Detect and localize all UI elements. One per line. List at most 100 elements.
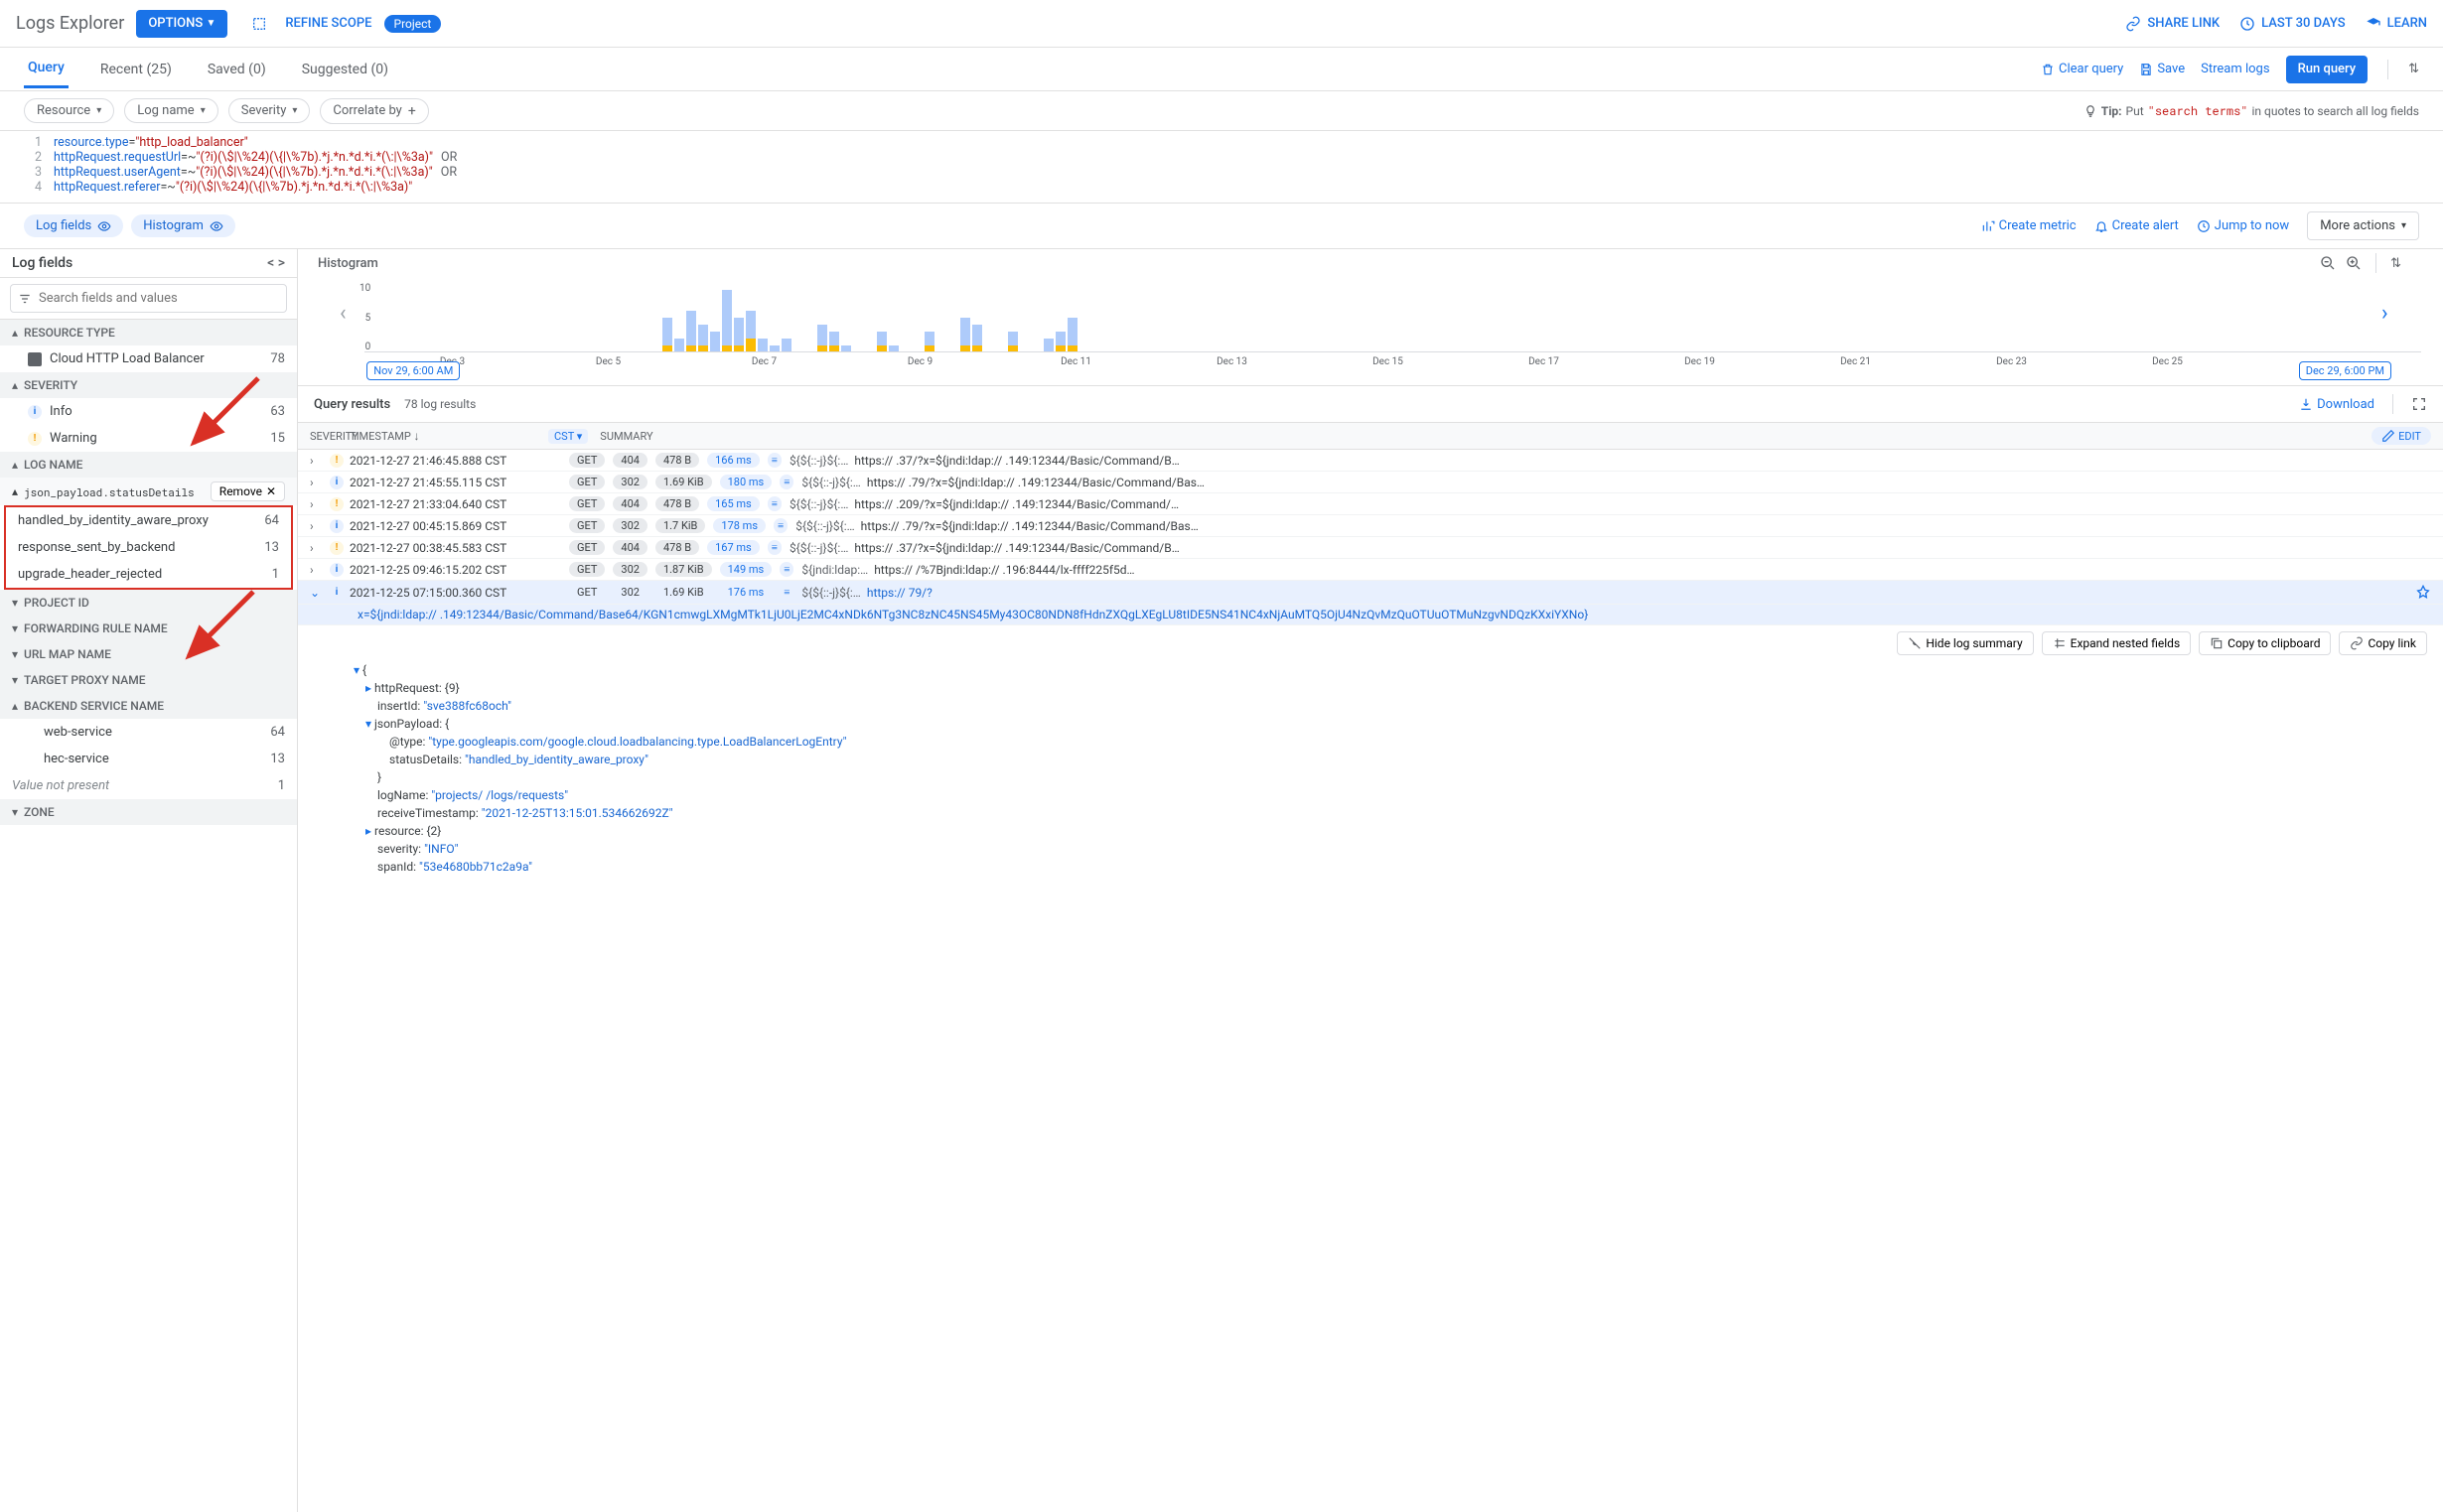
expand-row-icon[interactable]: ›	[310, 541, 324, 555]
section-backend-service[interactable]: ▴BACKEND SERVICE NAME	[0, 693, 297, 719]
query-editor[interactable]: 1resource.type="http_load_balancer"2http…	[0, 131, 2443, 204]
histogram-bar[interactable]	[662, 318, 672, 352]
histogram-bar[interactable]	[782, 339, 791, 352]
log-row[interactable]: › i 2021-12-27 21:45:55.115 CST GET3021.…	[298, 472, 2443, 493]
log-row[interactable]: › i 2021-12-27 00:45:15.869 CST GET3021.…	[298, 515, 2443, 537]
expand-row-icon[interactable]: ›	[310, 476, 324, 489]
histogram-bar[interactable]	[841, 345, 851, 352]
log-row-expanded[interactable]: ⌄ i 2021-12-25 07:15:00.360 CST GET3021.…	[298, 581, 2443, 605]
histogram-bar[interactable]	[734, 318, 744, 352]
refine-scope-button[interactable]: REFINE SCOPE	[273, 10, 383, 38]
histogram-bar[interactable]	[1056, 332, 1066, 352]
histogram-next[interactable]: ›	[2381, 301, 2401, 326]
zoom-out-icon[interactable]	[2320, 255, 2336, 271]
tabs-bar: Query Recent (25) Saved (0) Suggested (0…	[0, 48, 2443, 91]
save-query-button[interactable]: Save	[2139, 62, 2185, 76]
log-row[interactable]: › i 2021-12-25 09:46:15.202 CST GET3021.…	[298, 559, 2443, 581]
expand-nested-button[interactable]: Expand nested fields	[2042, 631, 2192, 655]
section-project-id[interactable]: ▾PROJECT ID	[0, 590, 297, 616]
section-target-proxy[interactable]: ▾TARGET PROXY NAME	[0, 667, 297, 693]
histogram-bars[interactable]: Nov 29, 6:00 AM Dec 29, 6:00 PM	[376, 283, 2381, 352]
tab-recent[interactable]: Recent (25)	[96, 52, 176, 87]
fullscreen-icon[interactable]	[2411, 396, 2427, 412]
value-not-present[interactable]: Value not present1	[0, 772, 297, 799]
create-alert-button[interactable]: Create alert	[2094, 218, 2179, 233]
histogram-prev[interactable]: ‹	[340, 301, 359, 326]
more-actions-button[interactable]: More actions▾	[2307, 211, 2419, 240]
histogram-bar[interactable]	[698, 325, 708, 352]
histogram-bar[interactable]	[925, 332, 934, 352]
histogram-bar[interactable]	[758, 339, 768, 352]
log-fields-chip[interactable]: Log fields	[24, 214, 123, 237]
severity-item[interactable]: !Warning15	[0, 425, 297, 452]
run-query-button[interactable]: Run query	[2286, 56, 2369, 83]
options-button[interactable]: OPTIONS ▼	[136, 10, 227, 38]
share-link[interactable]: SHARE LINK	[2125, 16, 2220, 32]
expand-row-icon[interactable]: ›	[310, 454, 324, 468]
timezone-selector[interactable]: CST ▾	[548, 429, 588, 444]
histogram-bar[interactable]	[722, 290, 732, 352]
histogram-bar[interactable]	[686, 311, 696, 352]
tab-query[interactable]: Query	[24, 50, 69, 88]
section-forwarding-rule[interactable]: ▾FORWARDING RULE NAME	[0, 616, 297, 641]
status-detail-item[interactable]: response_sent_by_backend13	[6, 534, 291, 561]
copy-link-button[interactable]: Copy link	[2339, 631, 2427, 655]
expand-row-icon[interactable]: ›	[310, 563, 324, 577]
resource-item[interactable]: Cloud HTTP Load Balancer 78	[0, 345, 297, 372]
tab-suggested[interactable]: Suggested (0)	[298, 52, 392, 87]
backend-item[interactable]: web-service64	[0, 719, 297, 746]
logname-filter[interactable]: Log name▾	[124, 98, 218, 123]
histogram-bar[interactable]	[1008, 332, 1018, 352]
histogram-bar[interactable]	[889, 345, 899, 352]
histogram-bar[interactable]	[770, 345, 780, 352]
histogram-bar[interactable]	[746, 311, 756, 352]
histogram-chip[interactable]: Histogram	[131, 214, 235, 237]
tab-saved[interactable]: Saved (0)	[204, 52, 270, 87]
status-detail-item[interactable]: upgrade_header_rejected1	[6, 561, 291, 588]
histogram-bar[interactable]	[710, 332, 720, 352]
expand-row-icon[interactable]: ›	[310, 497, 324, 511]
sidebar-search-input[interactable]	[10, 284, 287, 313]
histogram-bar[interactable]	[674, 339, 684, 352]
create-metric-button[interactable]: Create metric	[1981, 218, 2077, 233]
histogram-bar[interactable]	[1044, 339, 1054, 352]
section-severity[interactable]: ▴SEVERITY	[0, 372, 297, 398]
log-row[interactable]: › ! 2021-12-27 21:33:04.640 CST GET40447…	[298, 493, 2443, 515]
stream-logs-button[interactable]: Stream logs	[2201, 62, 2269, 76]
code-icon[interactable]: < >	[267, 255, 285, 271]
histogram-bar[interactable]	[960, 318, 970, 352]
time-range-button[interactable]: LAST 30 DAYS	[2239, 16, 2345, 32]
expand-icon[interactable]: ⇅	[2390, 256, 2401, 271]
remove-button[interactable]: Remove✕	[211, 481, 285, 501]
scope-chip[interactable]: Project	[384, 15, 442, 33]
section-zone[interactable]: ▾ZONE	[0, 799, 297, 825]
jump-to-now-button[interactable]: Jump to now	[2197, 218, 2289, 233]
copy-clipboard-button[interactable]: Copy to clipboard	[2199, 631, 2331, 655]
collapse-row-icon[interactable]: ⌄	[310, 586, 324, 600]
log-row[interactable]: › ! 2021-12-27 00:38:45.583 CST GET40447…	[298, 537, 2443, 559]
clear-query-button[interactable]: Clear query	[2041, 62, 2123, 76]
severity-item[interactable]: iInfo63	[0, 398, 297, 425]
correlate-filter[interactable]: Correlate by+	[320, 98, 428, 124]
histogram-bar[interactable]	[1068, 318, 1078, 352]
histogram-bar[interactable]	[829, 332, 839, 352]
section-log-name[interactable]: ▴LOG NAME	[0, 452, 297, 478]
section-resource-type[interactable]: ▴RESOURCE TYPE	[0, 320, 297, 345]
backend-item[interactable]: hec-service13	[0, 746, 297, 772]
severity-filter[interactable]: Severity▾	[228, 98, 311, 123]
download-button[interactable]: Download	[2299, 397, 2374, 412]
resource-filter[interactable]: Resource▾	[24, 98, 114, 123]
histogram-bar[interactable]	[877, 332, 887, 352]
expand-row-icon[interactable]: ›	[310, 519, 324, 533]
log-row[interactable]: › ! 2021-12-27 21:46:45.888 CST GET40447…	[298, 450, 2443, 472]
zoom-in-icon[interactable]	[2346, 255, 2362, 271]
status-detail-item[interactable]: handled_by_identity_aware_proxy64	[6, 507, 291, 534]
learn-link[interactable]: LEARN	[2366, 16, 2427, 32]
section-url-map[interactable]: ▾URL MAP NAME	[0, 641, 297, 667]
expand-icon[interactable]: ⇅	[2408, 62, 2419, 76]
pin-icon[interactable]	[2415, 585, 2431, 601]
edit-columns-button[interactable]: EDIT	[2371, 427, 2431, 445]
histogram-bar[interactable]	[972, 325, 982, 352]
hide-summary-button[interactable]: Hide log summary	[1897, 631, 2033, 655]
histogram-bar[interactable]	[817, 325, 827, 352]
